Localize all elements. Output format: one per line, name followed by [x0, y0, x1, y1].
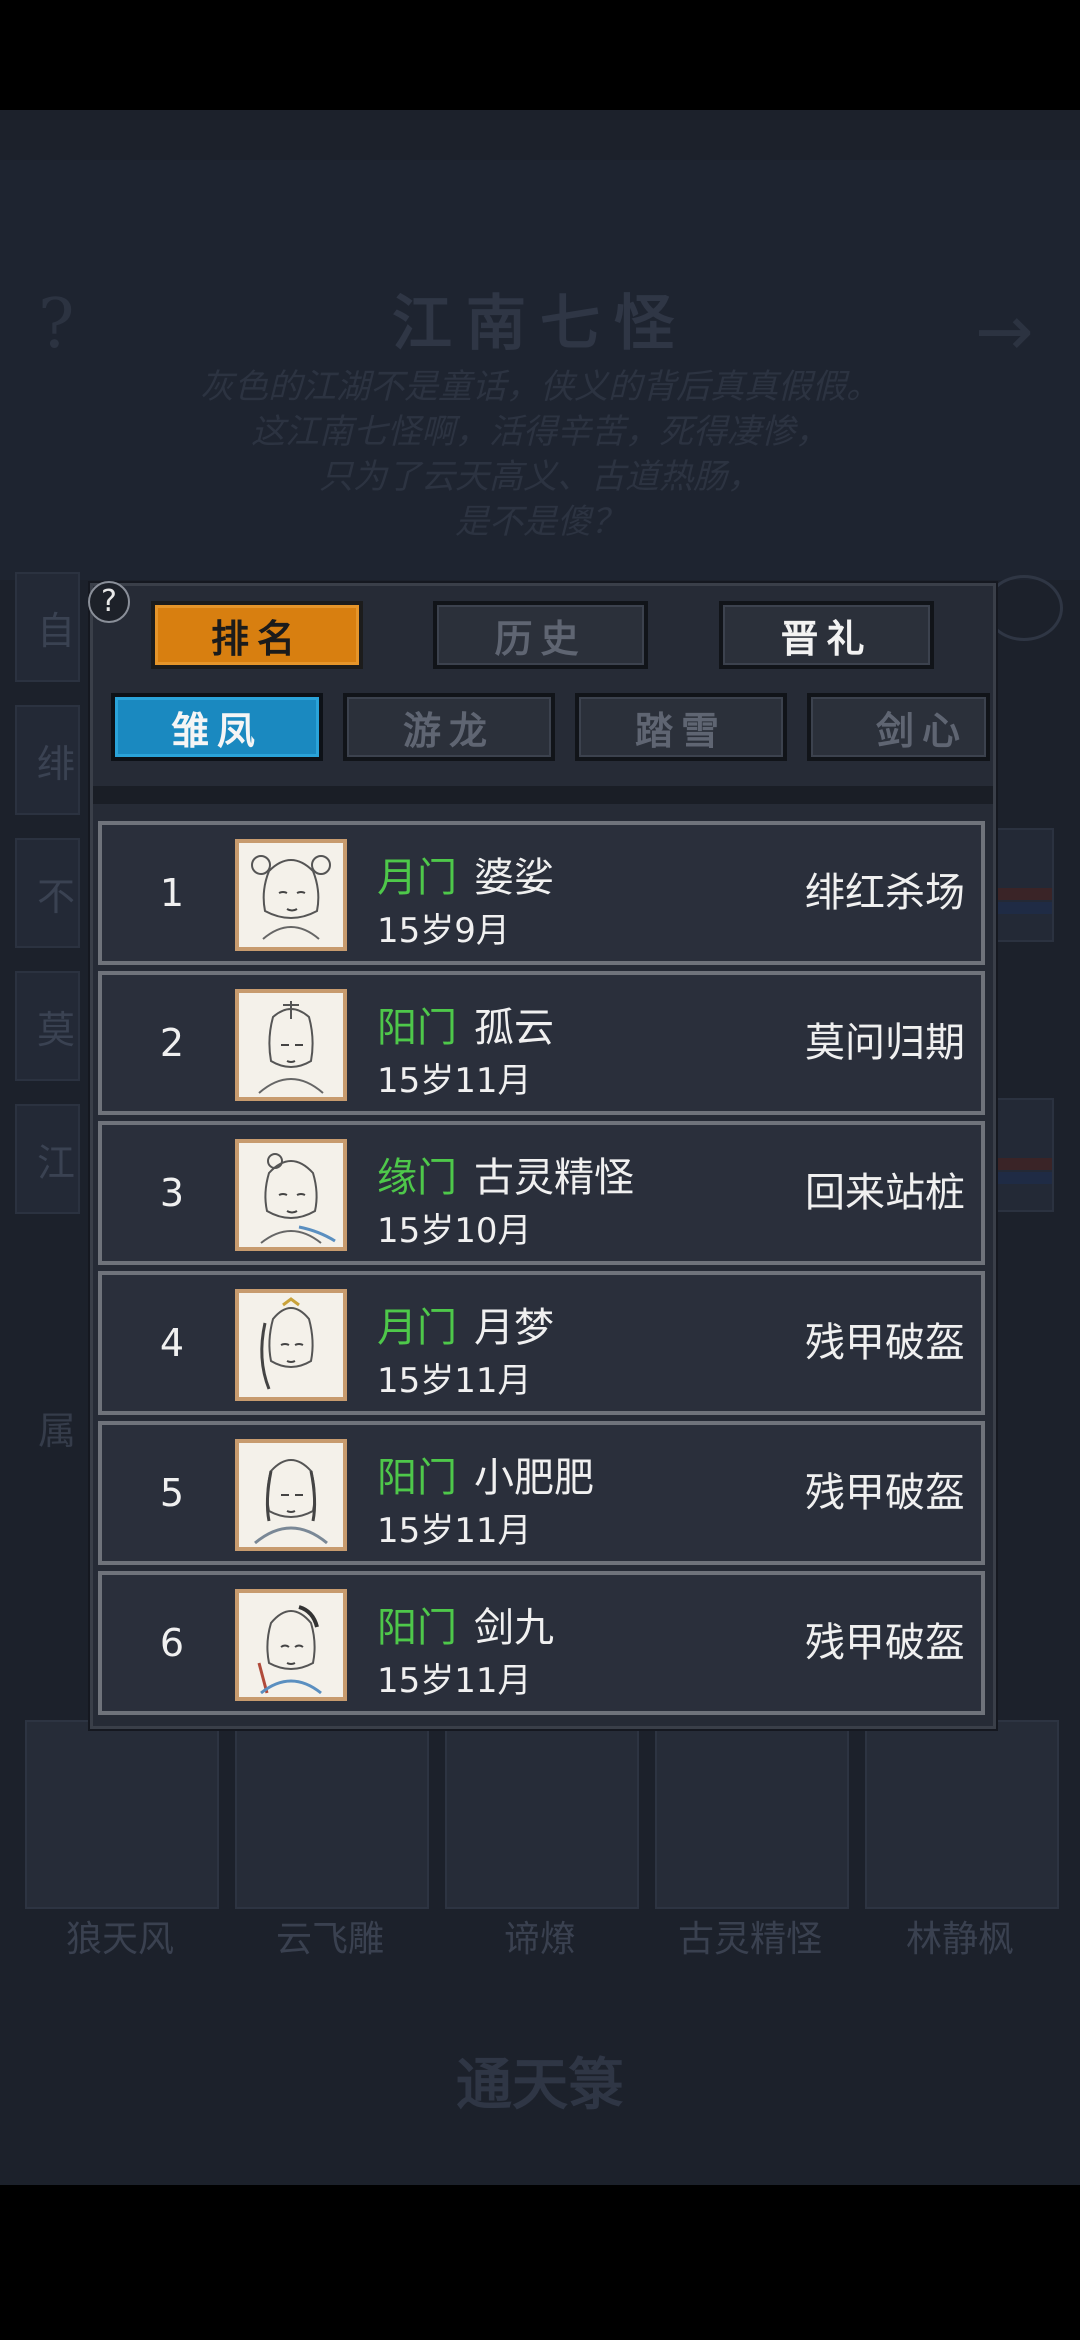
rank-number: 1 — [159, 871, 185, 915]
background-side-item: 江 — [15, 1104, 80, 1214]
location-label: 残甲破盔 — [805, 1320, 965, 1366]
background-portrait — [655, 1720, 849, 1909]
ranking-row[interactable]: 6 阳门 剑九 15岁11月 残甲破盔 — [98, 1571, 985, 1715]
portrait-sketch-icon — [258, 1001, 324, 1094]
background-portrait — [445, 1720, 639, 1909]
background-portrait-name: 云飞雕 — [275, 1919, 384, 1960]
rank-number: 6 — [159, 1621, 185, 1665]
tab-history[interactable]: 历史 — [433, 601, 648, 669]
sect-label: 月门 — [377, 1305, 457, 1351]
player-name: 孤云 — [474, 1005, 554, 1051]
location-label: 残甲破盔 — [805, 1470, 965, 1516]
background-stat-bar-red — [987, 888, 1052, 900]
divider — [93, 786, 993, 804]
location-label: 回来站桩 — [805, 1170, 965, 1216]
player-name: 婆娑 — [474, 855, 554, 901]
subtab-jianxin[interactable]: 剑心 — [807, 693, 990, 761]
player-name: 月梦 — [474, 1305, 554, 1351]
sect-label: 缘门 — [377, 1155, 457, 1201]
sect-label: 月门 — [377, 855, 457, 901]
portrait-sketch-icon — [260, 1153, 336, 1244]
avatar — [235, 1439, 347, 1551]
player-age: 15岁11月 — [377, 1061, 532, 1101]
rank-number: 4 — [159, 1321, 185, 1365]
player-age: 15岁9月 — [377, 911, 510, 951]
background-chat-icon — [985, 575, 1063, 641]
navigation-bar — [0, 2185, 1080, 2340]
background-stat-bar-blue — [987, 902, 1052, 914]
background-side-item: 不 — [15, 838, 80, 948]
avatar — [235, 839, 347, 951]
player-name: 古灵精怪 — [474, 1155, 634, 1201]
description-line: 只为了云天高义、古道热肠， — [319, 457, 761, 497]
sect-label: 阳门 — [377, 1005, 457, 1051]
avatar — [235, 1289, 347, 1401]
player-age: 15岁11月 — [377, 1361, 532, 1401]
background-title: 江南七怪 — [392, 289, 688, 359]
location-label: 莫问归期 — [805, 1020, 965, 1066]
location-label: 绯红杀场 — [805, 870, 965, 916]
background-stat-bar-red — [987, 1158, 1052, 1170]
avatar — [235, 1139, 347, 1251]
rank-number: 3 — [159, 1171, 185, 1215]
sect-label: 阳门 — [377, 1455, 457, 1501]
portrait-sketch-icon — [260, 1297, 314, 1390]
background-portrait-name: 谛燎 — [503, 1919, 576, 1960]
background-side-item: 自 — [15, 572, 80, 682]
tab-ranking[interactable]: 排名 — [151, 601, 363, 669]
ranking-row[interactable]: 4 月门 月梦 15岁11月 残甲破盔 — [98, 1271, 985, 1415]
player-name: 小肥肥 — [474, 1455, 594, 1501]
portrait-sketch-icon — [254, 1459, 328, 1545]
portrait-sketch-icon — [257, 1605, 322, 1695]
rank-number: 2 — [159, 1021, 185, 1065]
background-description: 灰色的江湖不是童话，侠义的背后真真假假。 这江南七怪啊，活得辛苦，死得凄惨， 只… — [80, 365, 1000, 545]
background-portrait — [25, 1720, 219, 1909]
avatar — [235, 1589, 347, 1701]
ranking-row[interactable]: 1 月门 婆娑 15岁9月 绯红杀场 — [98, 821, 985, 965]
help-icon[interactable]: ? — [88, 581, 130, 623]
tab-promotion[interactable]: 晋礼 — [719, 601, 934, 669]
subtab-youlong[interactable]: 游龙 — [343, 693, 555, 761]
background-portrait-name: 狼天风 — [65, 1919, 174, 1960]
status-bar — [0, 0, 1080, 110]
background-portraits — [25, 1720, 1059, 1910]
ranking-modal: ? 排名 历史 晋礼 雏凤 游龙 踏雪 剑心 1 月门 婆娑 15岁9月 绯红杀… — [88, 581, 996, 1729]
player-age: 15岁11月 — [377, 1661, 532, 1701]
background-stat-bar-blue — [987, 1172, 1052, 1184]
background-side-item: 莫 — [15, 971, 80, 1081]
ranking-row[interactable]: 3 缘门 古灵精怪 15岁10月 回来站桩 — [98, 1121, 985, 1265]
rank-number: 5 — [159, 1471, 185, 1515]
ranking-row[interactable]: 2 阳门 孤云 15岁11月 莫问归期 — [98, 971, 985, 1115]
description-line: 是不是傻？ — [455, 502, 625, 542]
background-side-item: 绯 — [15, 705, 80, 815]
description-line: 灰色的江湖不是童话，侠义的背后真真假假。 — [200, 367, 880, 407]
subtab-taxue[interactable]: 踏雪 — [575, 693, 787, 761]
ranking-row[interactable]: 5 阳门 小肥肥 15岁11月 残甲破盔 — [98, 1421, 985, 1565]
subtab-chufeng[interactable]: 雏凤 — [111, 693, 323, 761]
description-line: 这江南七怪啊，活得辛苦，死得凄惨， — [251, 412, 829, 452]
background-portrait — [235, 1720, 429, 1909]
portrait-sketch-icon — [251, 855, 331, 940]
background-portrait-name: 林静枫 — [905, 1919, 1014, 1960]
location-label: 残甲破盔 — [805, 1620, 965, 1666]
background-bottom-title: 通天箓 — [456, 2052, 624, 2118]
background-portrait-name: 古灵精怪 — [677, 1919, 822, 1960]
sect-label: 阳门 — [377, 1605, 457, 1651]
background-portrait — [865, 1720, 1059, 1909]
avatar — [235, 989, 347, 1101]
background-attr-label: 属 — [38, 1409, 77, 1453]
player-age: 15岁10月 — [377, 1211, 532, 1251]
player-name: 剑九 — [474, 1605, 554, 1651]
player-age: 15岁11月 — [377, 1511, 532, 1551]
